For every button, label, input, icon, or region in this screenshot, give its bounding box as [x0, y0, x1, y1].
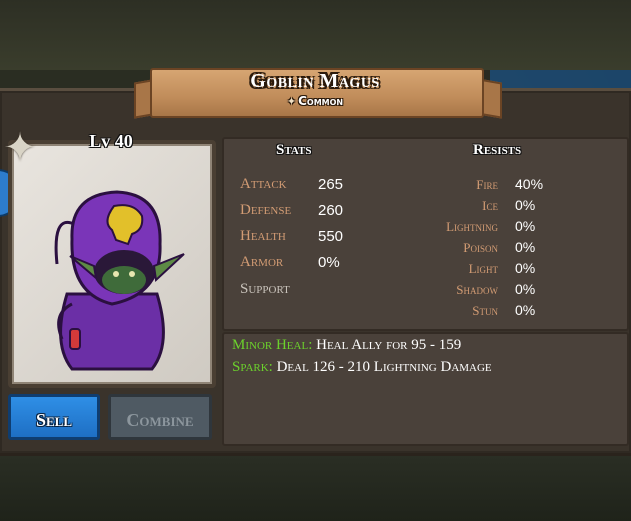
resist-value-lightning: 0% [515, 218, 536, 234]
stat-label-support: Support [240, 281, 290, 297]
stat-label-defense: Defense [240, 202, 292, 218]
star-badge-icon: ✦ [3, 125, 37, 171]
background-top [0, 0, 631, 70]
resist-value-stun: 0% [515, 302, 536, 318]
stat-value-health: 550 [318, 228, 344, 245]
resist-label-poison: Poison [463, 240, 498, 255]
resist-value-fire: 40% [515, 176, 544, 192]
unit-rarity: ✦ Common [150, 94, 480, 108]
ability-name: Spark: [232, 359, 273, 375]
stat-label-armor: Armor [240, 254, 284, 270]
rarity-label: Common [298, 94, 344, 108]
resist-value-light: 0% [515, 260, 536, 276]
sell-button[interactable]: Sell [8, 394, 100, 440]
stats-header: Stats [276, 142, 312, 158]
stat-value-defense: 260 [318, 202, 344, 219]
resist-label-ice: Ice [482, 198, 498, 213]
resists-header: Resists [473, 142, 522, 158]
unit-portrait [8, 140, 216, 388]
star-icon: ✦ [286, 95, 297, 108]
resist-value-ice: 0% [515, 197, 536, 213]
background-bottom [0, 455, 631, 521]
stat-label-health: Health [240, 228, 286, 244]
resist-label-stun: Stun [472, 303, 498, 318]
resist-label-light: Light [468, 261, 498, 276]
combine-button[interactable]: Combine [108, 394, 212, 440]
resist-value-shadow: 0% [515, 281, 536, 297]
stat-label-attack: Attack [240, 176, 287, 192]
stat-value-attack: 265 [318, 176, 344, 193]
resist-label-shadow: Shadow [456, 282, 498, 297]
ability-desc: Heal Ally for 95 - 159 [316, 337, 462, 353]
resist-value-poison: 0% [515, 239, 536, 255]
ability-minor-heal: Minor Heal: Heal Ally for 95 - 159 [232, 337, 461, 354]
stat-value-armor: 0% [318, 254, 340, 271]
unit-name: Goblin Magus [250, 70, 380, 92]
unit-level: Lv 40 [89, 131, 133, 151]
resist-label-fire: Fire [476, 177, 498, 192]
ability-spark: Spark: Deal 126 - 210 Lightning Damage [232, 359, 492, 376]
goblin-magus-image [54, 190, 185, 371]
ability-name: Minor Heal: [232, 337, 313, 353]
resist-label-lightning: Lightning [446, 219, 498, 234]
ability-desc: Deal 126 - 210 Lightning Damage [276, 359, 492, 375]
background-bar-right [490, 70, 631, 90]
